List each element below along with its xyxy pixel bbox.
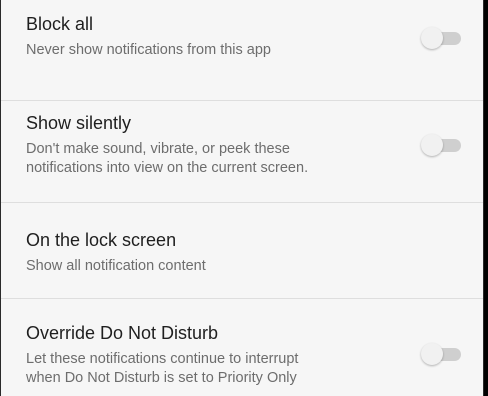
setting-title: Block all — [26, 14, 94, 34]
setting-subtitle: Show all notification content — [26, 258, 206, 274]
toggle-thumb — [421, 134, 443, 156]
override-dnd-toggle[interactable] — [421, 343, 461, 365]
toggle-thumb — [421, 27, 443, 49]
setting-row-lock-screen[interactable]: On the lock screen Show all notification… — [1, 203, 483, 298]
setting-title: On the lock screen — [26, 230, 177, 250]
setting-title: Show silently — [26, 113, 132, 133]
setting-subtitle: Let these notifications continue to inte… — [26, 351, 299, 386]
notification-settings-screen: Block all Never show notifications from … — [0, 0, 484, 396]
block-all-toggle[interactable] — [421, 27, 461, 49]
toggle-thumb — [421, 343, 443, 365]
setting-row-override-dnd[interactable]: Override Do Not Disturb Let these notifi… — [1, 299, 483, 396]
setting-title: Override Do Not Disturb — [26, 323, 219, 343]
setting-row-block-all[interactable]: Block all Never show notifications from … — [1, 0, 483, 100]
setting-subtitle: Never show notifications from this app — [26, 42, 271, 58]
setting-subtitle: Don't make sound, vibrate, or peek these… — [26, 141, 309, 176]
setting-row-show-silently[interactable]: Show silently Don't make sound, vibrate,… — [1, 101, 483, 202]
show-silently-toggle[interactable] — [421, 134, 461, 156]
